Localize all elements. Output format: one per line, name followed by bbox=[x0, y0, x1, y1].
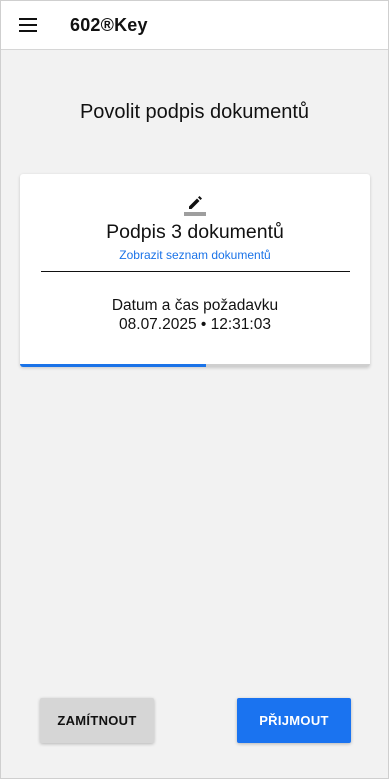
timeout-progress-fill bbox=[20, 364, 206, 367]
document-count-title: Podpis 3 dokumentů bbox=[106, 221, 284, 243]
hamburger-menu-icon[interactable] bbox=[17, 13, 41, 37]
request-date-label: Datum a čas požadavku bbox=[111, 297, 279, 314]
accept-button[interactable]: PŘIJMOUT bbox=[237, 698, 351, 743]
timeout-progress-bar bbox=[20, 364, 370, 367]
page-title: Povolit podpis dokumentů bbox=[79, 101, 310, 123]
app-title: 602®Key bbox=[70, 14, 148, 35]
signature-request-card: Podpis 3 dokumentů Zobrazit seznam dokum… bbox=[20, 174, 370, 367]
app-bar: 602®Key bbox=[1, 1, 388, 50]
divider bbox=[41, 271, 350, 272]
reject-button[interactable]: ZAMÍTNOUT bbox=[40, 698, 154, 743]
show-document-list-link[interactable]: Zobrazit seznam dokumentů bbox=[20, 248, 370, 262]
pen-icon bbox=[184, 192, 206, 216]
request-date-value: 08.07.2025 • 12:31:03 bbox=[119, 316, 271, 333]
app-screen: 602®Key Povolit podpis dokumentů Podpis … bbox=[0, 0, 389, 779]
